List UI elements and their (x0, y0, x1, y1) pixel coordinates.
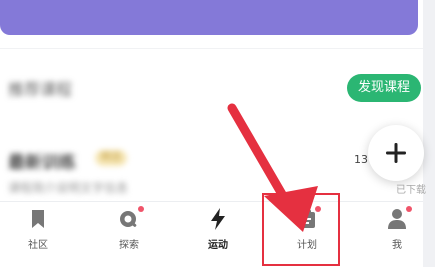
app-screen: 推荐课程 发现课程 最新训练 精选 课程简介说明文字信息 13 已下载 社区 探… (0, 0, 435, 267)
annotation-arrow (227, 103, 318, 232)
